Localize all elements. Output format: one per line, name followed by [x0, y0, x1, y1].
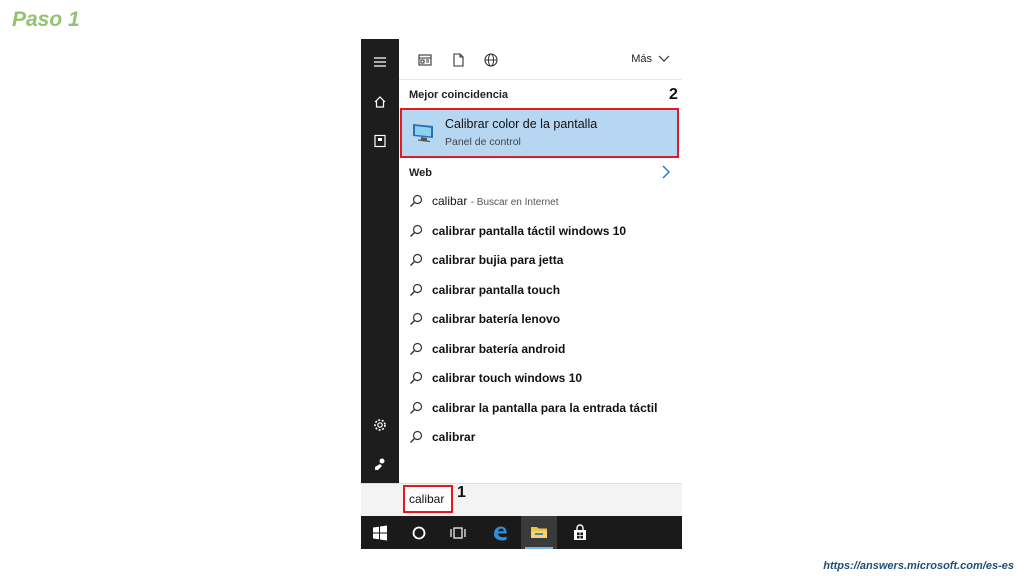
suggestion-text: calibrar pantalla touch [432, 283, 561, 297]
windows-start-icon[interactable] [371, 524, 389, 542]
search-icon [409, 371, 423, 385]
notebook-icon[interactable] [361, 130, 399, 152]
suggestion-text: calibrar la pantalla para la entrada tác… [432, 401, 658, 415]
web-filter-icon[interactable] [483, 52, 499, 68]
suggestion-text: calibrar [432, 430, 476, 444]
step-marker-2: 2 [669, 86, 678, 103]
suggestion-item[interactable]: calibar - Buscar en Internet [399, 187, 682, 215]
suggestion-text: calibrar bujia para jetta [432, 253, 564, 267]
search-icon [409, 224, 423, 238]
cortana-icon[interactable] [410, 524, 428, 542]
results-panel: Más Mejor coincidencia 2 Calibrar color … [399, 39, 682, 516]
search-icon [409, 430, 423, 444]
feedback-icon[interactable] [361, 453, 399, 475]
start-search-window: Más Mejor coincidencia 2 Calibrar color … [361, 39, 682, 549]
best-match-subtitle: Panel de control [445, 136, 521, 148]
more-filters-button[interactable]: Más [631, 53, 670, 65]
suggestion-item[interactable]: calibrar pantalla touch [399, 276, 682, 304]
search-icon [409, 253, 423, 267]
chevron-down-icon [658, 55, 670, 62]
slide-title: Paso 1 [12, 8, 80, 31]
search-input-value: calibar [409, 492, 445, 506]
start-rail [361, 39, 399, 516]
suggestion-text: calibrar batería android [432, 342, 566, 356]
suggestion-item[interactable]: calibrar pantalla táctil windows 10 [399, 217, 682, 245]
suggestion-item[interactable]: calibrar [399, 423, 682, 451]
suggestion-text: calibrar pantalla táctil windows 10 [432, 224, 627, 238]
task-view-icon[interactable] [449, 524, 467, 542]
best-match-title: Calibrar color de la pantalla [445, 117, 598, 131]
search-icon [409, 312, 423, 326]
search-icon [409, 194, 423, 208]
source-url: https://answers.microsoft.com/es-es [823, 560, 1014, 572]
suggestion-text: calibar [432, 194, 468, 208]
search-icon [409, 401, 423, 415]
best-match-result[interactable]: Calibrar color de la pantalla Panel de c… [400, 108, 679, 158]
suggestion-text: calibrar touch windows 10 [432, 371, 583, 385]
more-filters-label: Más [631, 53, 652, 65]
suggestion-item[interactable]: calibrar batería android [399, 335, 682, 363]
suggestion-item[interactable]: calibrar bujia para jetta [399, 246, 682, 274]
hamburger-icon[interactable] [361, 51, 399, 73]
suggestion-hint: - Buscar en Internet [470, 197, 559, 208]
suggestion-item[interactable]: calibrar batería lenovo [399, 305, 682, 333]
suggestion-item[interactable]: calibrar la pantalla para la entrada tác… [399, 394, 682, 422]
suggestion-text: calibrar batería lenovo [432, 312, 561, 326]
chevron-right-icon[interactable] [660, 165, 672, 179]
web-heading: Web [409, 167, 433, 179]
search-icon [409, 283, 423, 297]
edge-icon[interactable] [491, 524, 509, 542]
search-icon [409, 342, 423, 356]
step-marker-1: 1 [457, 484, 466, 501]
documents-filter-icon[interactable] [450, 52, 466, 68]
suggestion-item[interactable]: calibrar touch windows 10 [399, 364, 682, 392]
settings-icon[interactable] [361, 414, 399, 436]
search-input[interactable]: calibar [403, 485, 453, 513]
apps-filter-icon[interactable] [417, 52, 433, 68]
taskbar [361, 516, 682, 549]
display-settings-icon [411, 121, 437, 143]
home-icon[interactable] [361, 91, 399, 113]
file-explorer-icon[interactable] [521, 516, 557, 549]
filter-bar: Más [399, 39, 682, 80]
best-match-heading: Mejor coincidencia [409, 89, 509, 101]
store-icon[interactable] [571, 524, 589, 542]
